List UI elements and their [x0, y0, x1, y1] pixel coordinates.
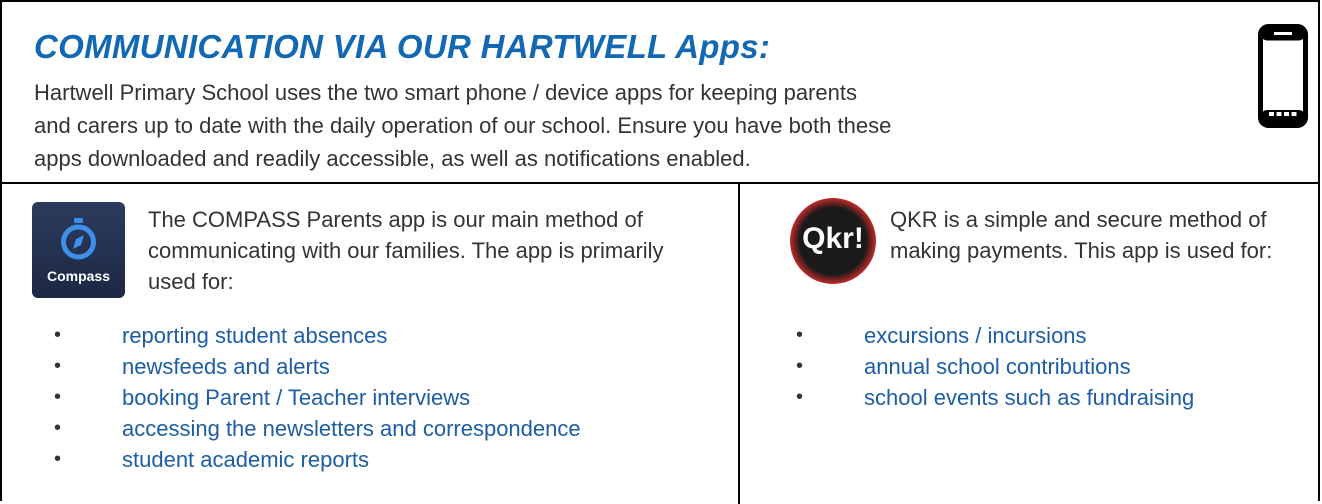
- bullet-icon: •: [54, 417, 62, 439]
- bullet-icon: •: [54, 386, 62, 408]
- qkr-app-icon: Qkr!: [790, 198, 876, 284]
- bullet-icon: •: [54, 448, 62, 470]
- compass-app-icon: Compass: [32, 202, 125, 298]
- compass-uses-list: • reporting student absences • newsfeeds a…: [30, 320, 581, 475]
- bullet-icon: •: [54, 355, 62, 377]
- qkr-description: QKR is a simple and secure method of mak…: [890, 207, 1273, 263]
- list-item: • student academic reports: [30, 444, 581, 475]
- bullet-icon: •: [796, 386, 804, 408]
- list-item: • accessing the newsletters and correspon…: [30, 413, 581, 444]
- compass-logo-label: Compass: [46, 268, 111, 284]
- bullet-icon: •: [796, 355, 804, 377]
- column-divider: [738, 182, 740, 504]
- qkr-uses-list: • excursions / incursions • annual school …: [772, 320, 1194, 413]
- bullet-icon: •: [796, 324, 804, 346]
- smartphone-icon: [1258, 24, 1308, 128]
- list-item: • newsfeeds and alerts: [30, 351, 581, 382]
- communication-panel: COMMUNICATION VIA OUR HARTWELL Apps: Har…: [0, 0, 1320, 504]
- list-item: • school events such as fundraising: [772, 382, 1194, 413]
- intro-paragraph: Hartwell Primary School uses the two sma…: [34, 80, 892, 171]
- list-item: • annual school contributions: [772, 351, 1194, 382]
- list-item: • reporting student absences: [30, 320, 581, 351]
- page-title: COMMUNICATION VIA OUR HARTWELL Apps:: [34, 28, 771, 65]
- qkr-logo-label: Qkr!: [802, 222, 864, 255]
- list-item: • booking Parent / Teacher interviews: [30, 382, 581, 413]
- compass-description: The COMPASS Parents app is our main meth…: [148, 207, 664, 294]
- compass-needle-icon: [61, 218, 96, 260]
- list-item: • excursions / incursions: [772, 320, 1194, 351]
- bullet-icon: •: [54, 324, 62, 346]
- header-section: COMMUNICATION VIA OUR HARTWELL Apps: Har…: [2, 2, 1320, 184]
